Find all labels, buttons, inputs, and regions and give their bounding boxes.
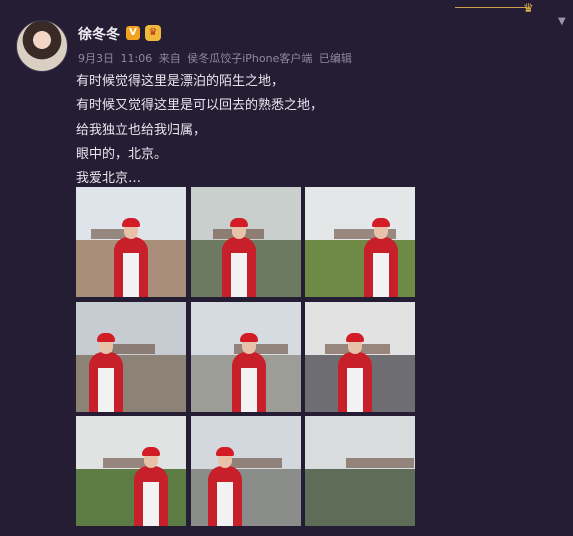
post-time[interactable]: 11:06 bbox=[121, 52, 153, 65]
photo-person-shirt bbox=[123, 253, 139, 297]
photo-person-shirt bbox=[216, 482, 233, 526]
photo-great-wall-profile[interactable] bbox=[76, 416, 186, 526]
photo-subway-passage[interactable] bbox=[305, 301, 415, 412]
post-text-line: 有时候又觉得这里是可以回去的熟悉之地， bbox=[76, 98, 324, 114]
photo-person-shirt bbox=[143, 482, 159, 526]
photo-person-cap bbox=[229, 218, 248, 227]
post-source-prefix: 来自 bbox=[158, 52, 181, 65]
chevron-down-icon[interactable]: ▼ bbox=[558, 16, 566, 27]
photo-scenery bbox=[346, 458, 414, 468]
photo-person-cap bbox=[372, 218, 390, 227]
photo-person-shirt bbox=[98, 367, 114, 412]
post-edited-label[interactable]: 已编辑 bbox=[319, 52, 352, 65]
photo-person-cap bbox=[239, 332, 258, 342]
author-name[interactable]: 徐冬冬 bbox=[78, 24, 120, 44]
photo-grid bbox=[76, 187, 415, 527]
photo-great-wall-mist[interactable] bbox=[305, 416, 415, 526]
medal-icon[interactable]: ♛ bbox=[145, 25, 161, 41]
avatar[interactable] bbox=[16, 20, 68, 72]
photo-person-cap bbox=[215, 447, 234, 456]
photo-palace-rooftop[interactable] bbox=[76, 301, 186, 412]
photo-person-shirt bbox=[230, 253, 247, 297]
photo-person-cap bbox=[122, 218, 140, 227]
photo-great-wall-wave[interactable] bbox=[190, 187, 301, 297]
photo-person-cap bbox=[142, 447, 160, 456]
photo-corner-tower-moat[interactable] bbox=[190, 416, 301, 526]
crown-icon: ♛ bbox=[523, 1, 534, 15]
photo-person-shirt bbox=[347, 367, 363, 412]
photo-person-cap bbox=[97, 332, 115, 342]
photo-great-wall-greenery[interactable] bbox=[305, 187, 415, 297]
photo-forbidden-city-gate[interactable] bbox=[76, 187, 186, 297]
post-text-line: 眼中的，北京。 bbox=[76, 146, 168, 162]
photo-scenery bbox=[112, 343, 155, 354]
photo-person-shirt bbox=[240, 367, 257, 412]
verified-badge-icon[interactable]: V bbox=[126, 26, 140, 40]
photo-tiananmen-square[interactable] bbox=[190, 301, 301, 412]
photo-person-shirt bbox=[373, 253, 389, 297]
post-text-line: 给我独立也给我归属， bbox=[76, 122, 207, 138]
post-text: 有时候觉得这里是漂泊的陌生之地， 有时候又觉得这里是可以回去的熟悉之地， 给我独… bbox=[76, 70, 496, 191]
post-date[interactable]: 9月3日 bbox=[78, 52, 114, 65]
header-divider bbox=[455, 7, 527, 8]
post-meta: 9月3日 11:06 来自 侯冬瓜饺子iPhone客户端 已编辑 bbox=[78, 50, 355, 66]
post-source-app[interactable]: 侯冬瓜饺子iPhone客户端 bbox=[187, 52, 312, 65]
post-text-line: 有时候觉得这里是漂泊的陌生之地， bbox=[76, 74, 285, 89]
photo-person-cap bbox=[346, 332, 364, 342]
